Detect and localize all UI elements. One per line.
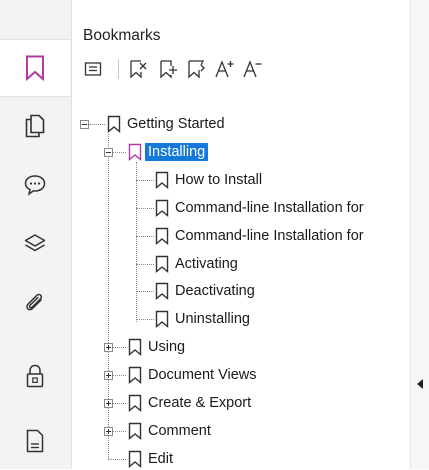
security-tab[interactable] xyxy=(0,348,70,404)
comments-icon xyxy=(24,175,46,196)
bookmark-label: Document Views xyxy=(148,367,257,383)
expand-toggle[interactable] xyxy=(104,399,113,408)
collapse-toggle[interactable] xyxy=(104,148,113,157)
bookmark-icon xyxy=(128,366,142,384)
bookmark-item[interactable]: Comment xyxy=(128,420,211,442)
bookmark-options-icon xyxy=(84,62,102,76)
bookmark-label: Using xyxy=(148,339,186,355)
bookmark-item[interactable]: Create & Export xyxy=(128,392,251,414)
add-bookmark-button[interactable] xyxy=(158,57,180,81)
panel-title: Bookmarks xyxy=(83,27,161,44)
toolbar-separator xyxy=(118,59,119,79)
bookmark-item[interactable]: Using xyxy=(128,336,185,358)
add-bookmark-icon xyxy=(160,60,177,79)
bookmark-icon xyxy=(155,282,169,300)
tree-connector-line xyxy=(136,180,154,181)
bookmark-icon xyxy=(155,227,169,245)
panel-splitter[interactable] xyxy=(410,0,429,469)
delete-bookmark-icon xyxy=(130,60,147,79)
bookmark-item[interactable]: Uninstalling xyxy=(155,308,250,330)
decrease-font-button[interactable] xyxy=(242,57,264,81)
bookmark-icon xyxy=(26,55,44,81)
security-lock-icon xyxy=(26,364,44,388)
left-navigation-rail xyxy=(0,0,72,469)
attachment-icon xyxy=(26,293,43,311)
bookmark-icon xyxy=(128,450,142,468)
delete-bookmark-button[interactable] xyxy=(128,57,150,81)
tree-connector-line xyxy=(136,291,154,292)
bookmark-options-button[interactable] xyxy=(82,57,104,81)
pages-tab[interactable] xyxy=(0,98,70,154)
tree-connector-line xyxy=(136,236,154,237)
tree-connector-line xyxy=(136,208,154,209)
bookmark-item[interactable]: How to Install xyxy=(155,169,262,191)
expand-toggle[interactable] xyxy=(104,343,113,352)
tree-connector-line xyxy=(136,264,154,265)
tree-connector-line xyxy=(136,162,137,322)
bookmark-icon xyxy=(155,310,169,328)
bookmark-label: Edit xyxy=(148,451,173,467)
bookmark-item[interactable]: Deactivating xyxy=(155,280,255,302)
attachments-tab[interactable] xyxy=(0,275,70,331)
bookmark-item[interactable]: Activating xyxy=(155,253,238,275)
increase-font-button[interactable] xyxy=(214,57,236,81)
bookmark-icon xyxy=(155,171,169,189)
bookmark-icon xyxy=(155,199,169,217)
bookmark-item[interactable]: Command-line Installation for xyxy=(155,197,364,219)
bookmark-label: Installing xyxy=(145,143,209,161)
bookmark-label: Command-line Installation for xyxy=(175,228,364,244)
bookmark-label: Uninstalling xyxy=(175,311,250,327)
bookmark-label: How to Install xyxy=(175,172,263,188)
bookmark-label: Getting Started xyxy=(127,116,225,132)
bookmark-icon xyxy=(155,255,169,273)
layers-tab[interactable] xyxy=(0,216,70,272)
collapse-toggle[interactable] xyxy=(80,120,89,129)
tree-connector-line xyxy=(136,319,154,320)
add-child-bookmark-icon xyxy=(188,60,205,79)
expand-toggle[interactable] xyxy=(104,427,113,436)
bookmarks-tab[interactable] xyxy=(0,39,70,97)
bookmark-icon xyxy=(128,394,142,412)
tree-connector-line xyxy=(89,124,105,125)
decrease-font-icon xyxy=(243,60,262,78)
comments-tab[interactable] xyxy=(0,157,70,213)
increase-font-icon xyxy=(215,60,234,78)
pages-icon xyxy=(25,114,45,138)
tree-connector-line xyxy=(108,459,126,460)
bookmark-label: Comment xyxy=(148,423,211,439)
bookmark-item[interactable]: Command-line Installation for xyxy=(155,225,364,247)
bookmark-icon xyxy=(128,338,142,356)
bookmark-item[interactable]: Getting Started xyxy=(107,113,225,135)
layers-icon xyxy=(24,234,46,252)
bookmark-icon xyxy=(107,115,121,133)
bookmark-label: Activating xyxy=(175,256,238,272)
bookmark-label: Deactivating xyxy=(175,283,255,299)
bookmark-label: Command-line Installation for xyxy=(175,200,364,216)
bookmarks-panel: Bookmarks Getting Started Installing How… xyxy=(72,0,410,469)
document-icon xyxy=(26,429,44,453)
bookmark-item[interactable]: Edit xyxy=(128,448,173,470)
bookmark-item[interactable]: Document Views xyxy=(128,364,257,386)
collapse-panel-icon[interactable] xyxy=(417,379,423,389)
add-child-bookmark-button[interactable] xyxy=(186,57,208,81)
bookmark-item[interactable]: Installing xyxy=(128,141,209,163)
bookmark-label: Create & Export xyxy=(148,395,252,411)
document-tab[interactable] xyxy=(0,413,70,469)
bookmark-icon xyxy=(128,143,142,161)
tree-connector-line xyxy=(108,134,109,459)
bookmark-icon xyxy=(128,422,142,440)
expand-toggle[interactable] xyxy=(104,371,113,380)
